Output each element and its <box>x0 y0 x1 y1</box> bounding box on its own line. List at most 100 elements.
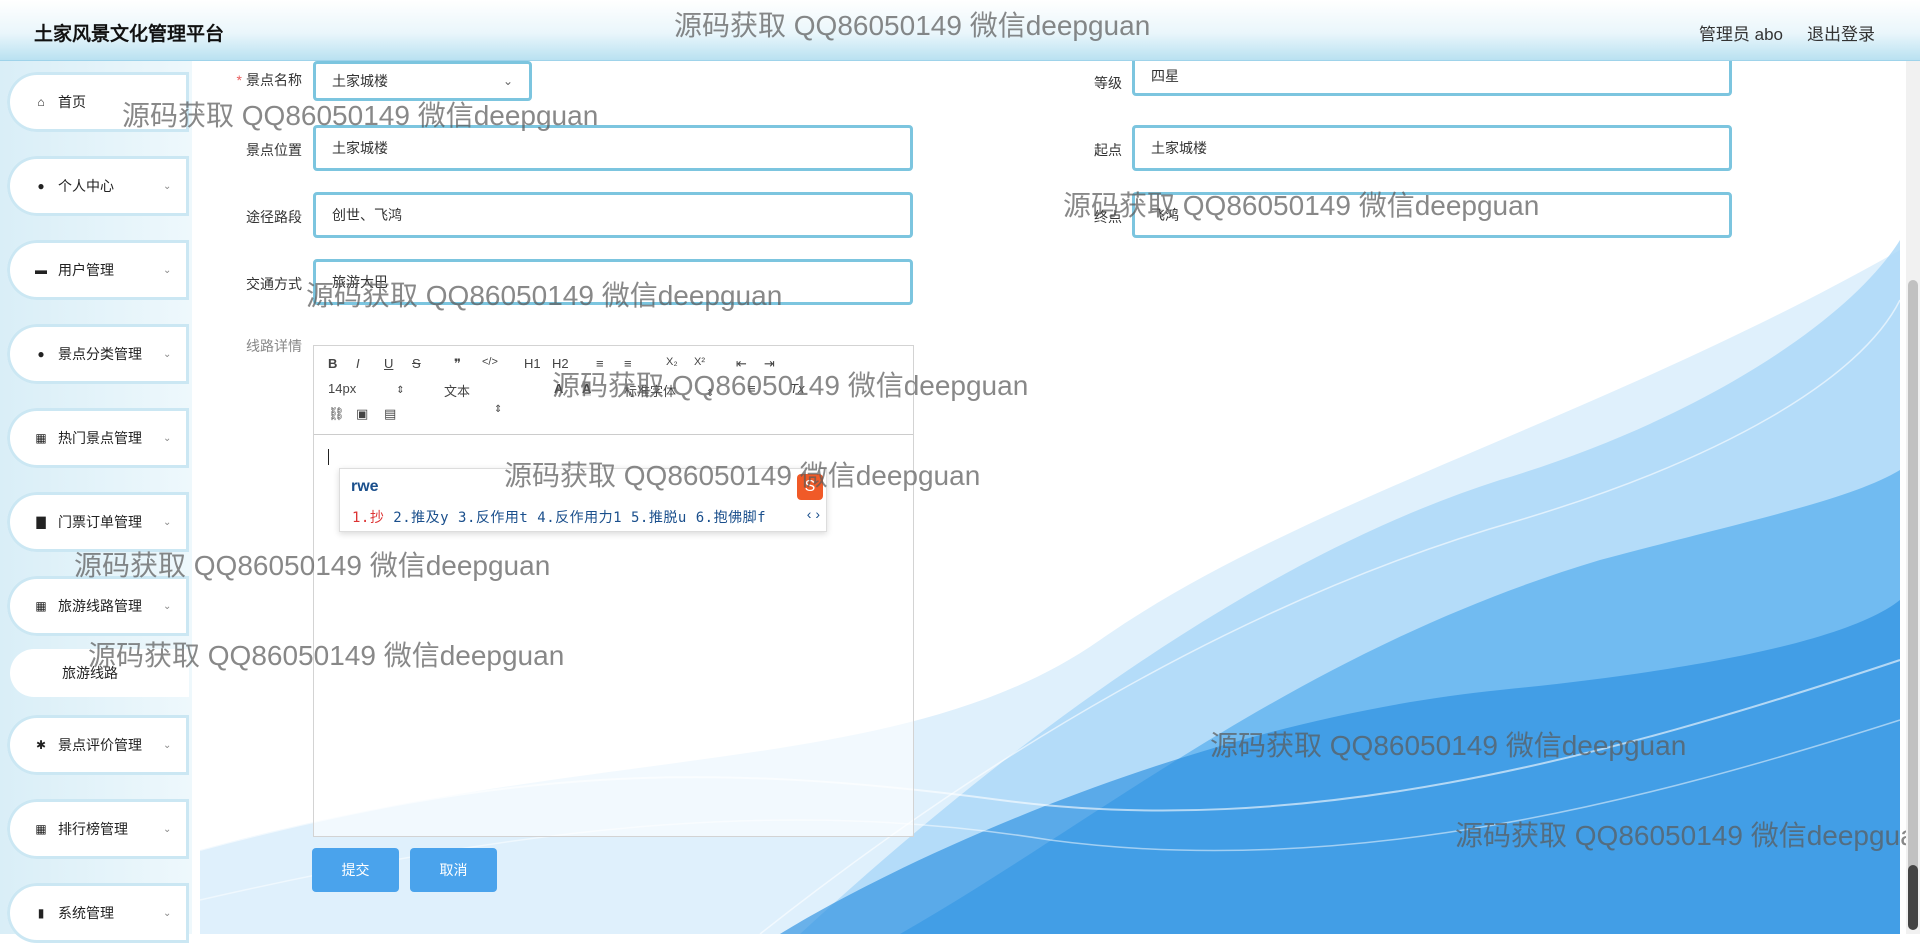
ime-candidate[interactable]: 2.推及y <box>393 510 449 526</box>
location-label: 景点位置 <box>246 142 302 158</box>
start-field[interactable]: 土家城楼 <box>1132 125 1732 171</box>
italic-button[interactable]: I <box>356 356 360 371</box>
grid-icon: ▦ <box>35 822 47 836</box>
code-block-button[interactable]: </> <box>482 356 498 368</box>
ime-input-text: rwe <box>351 478 379 495</box>
updown-icon: ⇕ <box>494 404 503 415</box>
subscript-button[interactable]: X₂ <box>666 356 678 368</box>
font-size-select[interactable]: 14px ⇕ <box>328 381 408 396</box>
indent-button[interactable]: ⇥ <box>764 356 775 372</box>
align-button[interactable]: ≡ <box>748 381 756 396</box>
transport-field[interactable]: 旅游大巴 <box>313 259 913 305</box>
grade-field[interactable]: 四星 <box>1132 56 1732 96</box>
sidebar-item-user-management[interactable]: ▬ 用户管理 ⌄ <box>7 240 189 300</box>
sidebar-item-label: 热门景点管理 <box>58 430 142 446</box>
sidebar-item-label: 首页 <box>58 94 86 110</box>
scrollbar-thumb[interactable] <box>1908 280 1918 920</box>
clean-format-button[interactable]: Tx <box>790 381 804 396</box>
grid-icon: ▦ <box>35 599 47 613</box>
route-label: 途径路段 <box>246 209 302 225</box>
text-caret <box>328 449 329 465</box>
app-title: 土家风景文化管理平台 <box>34 24 225 45</box>
sidebar-item-label: 系统管理 <box>58 905 114 921</box>
font-family-select[interactable]: 标准字体 ⇕ <box>624 381 724 400</box>
start-label: 起点 <box>1094 142 1122 158</box>
cancel-button[interactable]: 取消 <box>410 848 497 892</box>
scenic-name-value: 土家城楼 <box>332 73 388 89</box>
grid-icon: ▦ <box>35 431 47 445</box>
chevron-down-icon: ⌄ <box>163 739 172 751</box>
end-field[interactable]: 飞鸿 <box>1132 192 1732 238</box>
chart-icon: ▮ <box>37 906 45 920</box>
scrollbar-thumb-active[interactable] <box>1908 865 1918 930</box>
rich-text-editor[interactable]: B I U S ❞ </> H1 H2 ≡ ≡ X₂ X² ⇤ ⇥ 14px ⇕ … <box>313 345 914 837</box>
ime-candidate[interactable]: 1.抄 <box>352 510 384 526</box>
video-icon[interactable]: ▤ <box>384 406 396 422</box>
sidebar-subitem-label: 旅游线路 <box>62 665 118 681</box>
top-header: 土家风景文化管理平台 管理员 abo 退出登录 <box>0 0 1920 61</box>
chevron-down-icon: ⌄ <box>163 600 172 612</box>
logout-link[interactable]: 退出登录 <box>1807 20 1875 45</box>
link-icon[interactable]: ⛓ <box>328 406 345 422</box>
sidebar-item-label: 旅游线路管理 <box>58 598 142 614</box>
sidebar-subitem-tour-route[interactable]: 旅游线路 <box>10 649 189 697</box>
editor-toolbar: B I U S ❞ </> H1 H2 ≡ ≡ X₂ X² ⇤ ⇥ 14px ⇕ … <box>314 346 913 435</box>
sidebar-item-ticket-orders[interactable]: ▇ 门票订单管理 ⌄ <box>7 492 189 552</box>
sidebar-item-hot-scenic[interactable]: ▦ 热门景点管理 ⌄ <box>7 408 189 468</box>
sidebar-item-scenic-reviews[interactable]: ✱ 景点评价管理 ⌄ <box>7 715 189 775</box>
chevron-down-icon: ⌄ <box>163 432 172 444</box>
superscript-button[interactable]: X² <box>694 356 705 368</box>
background-color-button[interactable]: A <box>582 381 592 396</box>
location-field[interactable]: 土家城楼 <box>313 125 913 171</box>
sidebar-item-personal-center[interactable]: ● 个人中心 ⌄ <box>7 156 189 216</box>
ticket-icon: ▇ <box>36 515 46 529</box>
sidebar: ⌂ 首页 ● 个人中心 ⌄ ▬ 用户管理 ⌄ ● 景点分类管理 ⌄ ▦ 热门景点… <box>0 60 192 943</box>
bold-button[interactable]: B <box>328 356 337 371</box>
header-user-area: 管理员 abo 退出登录 <box>1699 20 1875 45</box>
grade-label: 等级 <box>1094 75 1122 91</box>
ime-candidate[interactable]: 4.反作用力1 <box>537 510 622 526</box>
font-color-button[interactable]: A <box>554 381 563 396</box>
updown-icon: ⇕ <box>706 388 715 399</box>
sidebar-item-ranking[interactable]: ▦ 排行榜管理 ⌄ <box>7 799 189 859</box>
updown-icon: ⇕ <box>396 385 405 396</box>
ime-candidate[interactable]: 3.反作用t <box>458 510 528 526</box>
sidebar-item-label: 个人中心 <box>58 178 114 194</box>
user-icon: ● <box>37 179 45 193</box>
outdent-button[interactable]: ⇤ <box>736 356 747 372</box>
image-icon[interactable]: ▣ <box>356 406 368 422</box>
strike-button[interactable]: S <box>412 356 421 371</box>
h2-button[interactable]: H2 <box>552 356 569 371</box>
route-field[interactable]: 创世、飞鸿 <box>313 192 913 238</box>
sidebar-item-label: 排行榜管理 <box>58 821 128 837</box>
user-icon: ● <box>37 347 45 361</box>
chevron-down-icon: ⌄ <box>163 348 172 360</box>
chevron-down-icon: ⌄ <box>163 180 172 192</box>
home-icon: ⌂ <box>37 95 45 109</box>
sidebar-item-system[interactable]: ▮ 系统管理 ⌄ <box>7 883 189 943</box>
ordered-list-button[interactable]: ≡ <box>596 356 604 371</box>
header-select[interactable]: 文本⇕ <box>444 381 524 415</box>
sidebar-item-tour-routes[interactable]: ▦ 旅游线路管理 ⌄ <box>7 576 189 636</box>
ime-candidate-popup: rwe S 1.抄 2.推及y 3.反作用t 4.反作用力1 5.推脱u 6.抱… <box>339 468 827 532</box>
sidebar-item-label: 用户管理 <box>58 262 114 278</box>
ime-candidate[interactable]: 5.推脱u <box>631 510 687 526</box>
page-scrollbar[interactable] <box>1906 60 1920 934</box>
bullet-list-button[interactable]: ≡ <box>624 356 632 371</box>
sidebar-item-scenic-category[interactable]: ● 景点分类管理 ⌄ <box>7 324 189 384</box>
scenic-name-label: * 景点名称 <box>236 72 302 88</box>
blockquote-button[interactable]: ❞ <box>454 356 461 372</box>
current-user[interactable]: 管理员 abo <box>1699 20 1783 45</box>
ime-logo-icon: S <box>797 474 823 500</box>
sidebar-item-home[interactable]: ⌂ 首页 <box>7 72 189 132</box>
ime-candidates: 1.抄 2.推及y 3.反作用t 4.反作用力1 5.推脱u 6.抱佛脚f <box>352 507 766 527</box>
transport-label: 交通方式 <box>246 276 302 292</box>
ime-candidate[interactable]: 6.抱佛脚f <box>696 510 766 526</box>
message-icon: ▬ <box>35 263 47 277</box>
underline-button[interactable]: U <box>384 356 393 371</box>
ime-page-arrows[interactable]: ‹ › <box>807 506 820 522</box>
h1-button[interactable]: H1 <box>524 356 541 371</box>
submit-button[interactable]: 提交 <box>312 848 399 892</box>
chevron-down-icon: ⌄ <box>163 823 172 835</box>
scenic-name-select[interactable]: 土家城楼 ⌄ <box>313 61 532 101</box>
